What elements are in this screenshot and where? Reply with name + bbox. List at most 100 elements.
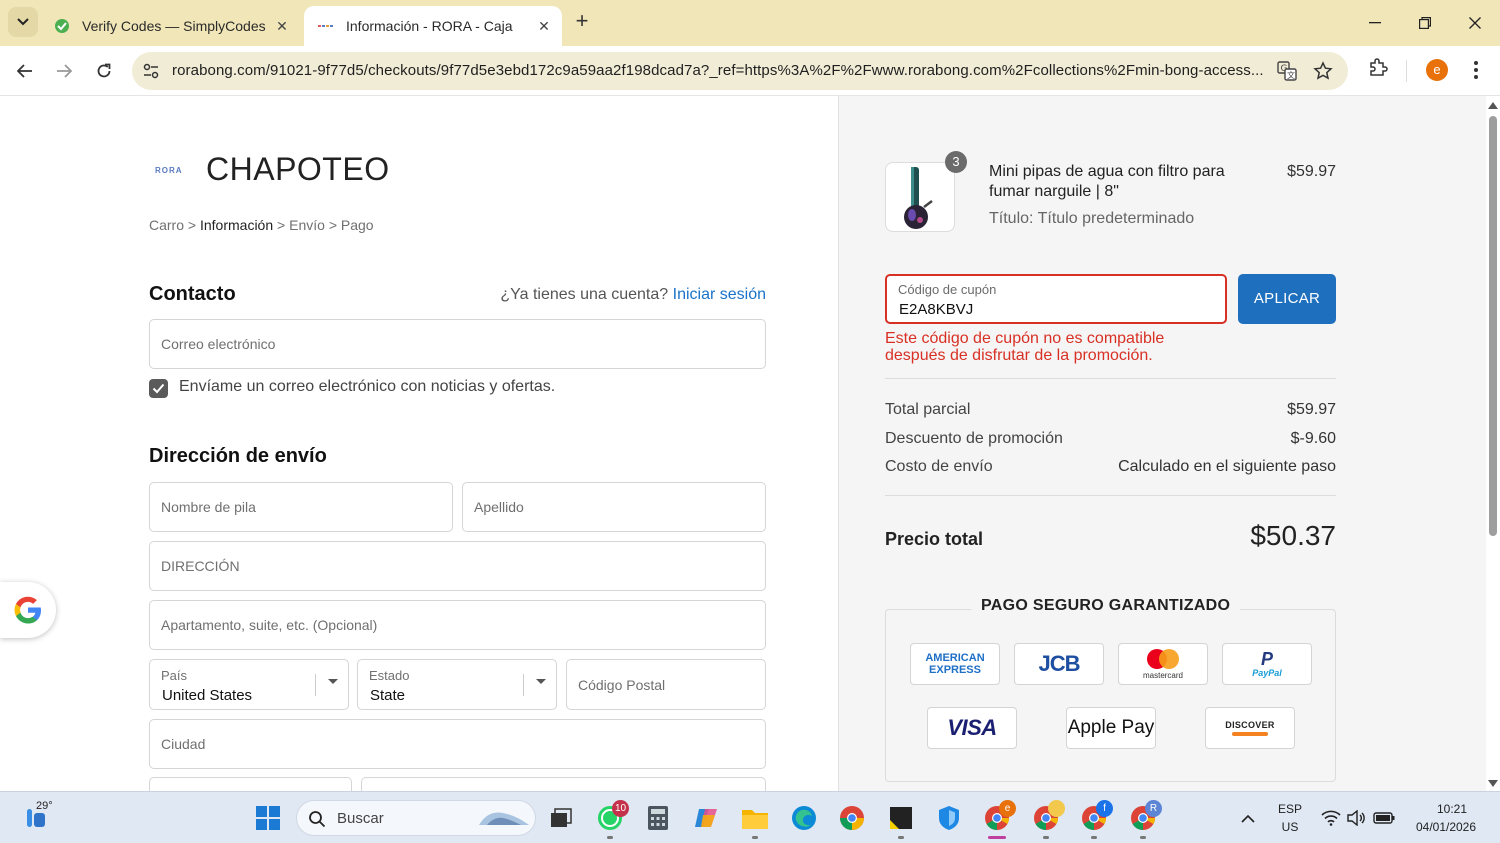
input-language[interactable]: ESP xyxy=(1272,802,1308,816)
store-name[interactable]: CHAPOTEO xyxy=(206,151,390,188)
city-field[interactable]: Ciudad xyxy=(149,719,766,769)
store-logo[interactable]: RORA xyxy=(155,166,183,175)
tab-title: Información - RORA - Caja xyxy=(346,18,513,34)
order-summary-panel: 3 Mini pipas de agua con filtro para fum… xyxy=(838,96,1486,791)
running-indicator xyxy=(1091,836,1097,839)
address-placeholder: DIRECCIÓN xyxy=(161,558,240,574)
running-indicator xyxy=(1043,836,1049,839)
forward-arrow-icon[interactable] xyxy=(50,57,78,85)
weather-temperature: 29° xyxy=(36,800,53,812)
google-g-icon xyxy=(14,596,41,624)
restore-window-icon[interactable] xyxy=(1410,8,1440,38)
jcb-logo: JCB xyxy=(1014,643,1104,685)
next-field-partial[interactable] xyxy=(149,777,352,791)
summary-label: Costo de envío xyxy=(885,458,993,475)
coupon-error-message: Este código de cupón no es compatible de… xyxy=(885,330,1165,364)
site-settings-icon[interactable] xyxy=(142,62,160,85)
running-indicator xyxy=(752,836,758,839)
zip-code-field[interactable]: Código Postal xyxy=(566,659,766,710)
state-value: State xyxy=(370,687,406,704)
profile-avatar[interactable]: e xyxy=(1426,59,1448,81)
secure-payment-title: PAGO SEGURO GARANTIZADO xyxy=(971,597,1241,615)
country-value: United States xyxy=(162,687,253,704)
back-arrow-icon[interactable] xyxy=(11,57,39,85)
scroll-up-arrow-icon[interactable] xyxy=(1488,102,1498,109)
browser-menu-icon[interactable] xyxy=(1466,58,1486,82)
page-scrollbar[interactable] xyxy=(1486,96,1500,791)
url-text[interactable]: rorabong.com/91021-9f77d5/checkouts/9f77… xyxy=(172,62,1264,79)
sticky-notes-icon[interactable] xyxy=(885,802,917,834)
apartment-field[interactable]: Apartamento, suite, etc. (Opcional) xyxy=(149,600,766,650)
newsletter-label[interactable]: Envíame un correo electrónico con notici… xyxy=(179,378,555,396)
select-divider xyxy=(315,674,316,696)
edge-icon[interactable] xyxy=(788,802,820,834)
minimize-window-icon[interactable] xyxy=(1360,8,1390,38)
total-value: $50.37 xyxy=(1250,520,1336,551)
reload-icon[interactable] xyxy=(90,57,118,85)
address-field[interactable]: DIRECCIÓN xyxy=(149,541,766,591)
close-tab-icon[interactable]: ✕ xyxy=(272,18,292,35)
state-select[interactable]: Estado State xyxy=(357,659,557,710)
country-select[interactable]: País United States xyxy=(149,659,349,710)
summary-divider xyxy=(885,378,1336,379)
keyboard-layout[interactable]: US xyxy=(1272,820,1308,834)
coupon-code-field[interactable]: Código de cupón E2A8KBVJ xyxy=(885,274,1227,324)
running-indicator xyxy=(1140,836,1146,839)
breadcrumb-payment: Pago xyxy=(340,217,374,233)
chrome-icon[interactable] xyxy=(836,802,868,834)
file-explorer-icon[interactable] xyxy=(739,802,771,834)
tab-simplycodes[interactable]: Verify Codes — SimplyCodes ✕ xyxy=(40,6,300,46)
translate-icon[interactable]: G文 xyxy=(1277,61,1297,86)
bookmark-star-icon[interactable] xyxy=(1313,61,1333,86)
active-window-indicator xyxy=(988,836,1006,839)
address-bar[interactable]: rorabong.com/91021-9f77d5/checkouts/9f77… xyxy=(132,52,1348,90)
windows-start-icon[interactable] xyxy=(252,802,284,834)
scrollbar-thumb[interactable] xyxy=(1489,116,1497,536)
quantity-badge: 3 xyxy=(945,151,967,173)
apartment-placeholder: Apartamento, suite, etc. (Opcional) xyxy=(161,617,378,633)
apply-coupon-button[interactable]: APLICAR xyxy=(1238,274,1336,324)
tab-rora-checkout[interactable]: Información - RORA - Caja ✕ xyxy=(304,6,562,46)
calculator-icon[interactable] xyxy=(642,802,674,834)
last-name-field[interactable]: Apellido xyxy=(462,482,766,532)
close-window-icon[interactable] xyxy=(1460,8,1490,38)
first-name-placeholder: Nombre de pila xyxy=(161,499,256,515)
coupon-value: E2A8KBVJ xyxy=(899,301,974,318)
first-name-field[interactable]: Nombre de pila xyxy=(149,482,453,532)
summary-value: $-9.60 xyxy=(1290,430,1336,447)
breadcrumb-information: Información xyxy=(199,217,274,233)
breadcrumb-shipping: Envío xyxy=(289,217,325,233)
summary-label: Total parcial xyxy=(885,401,971,418)
newsletter-checkbox[interactable] xyxy=(149,379,168,398)
rora-favicon-icon xyxy=(318,18,334,34)
product-variant: Título: Título predeterminado xyxy=(989,210,1195,227)
close-tab-icon[interactable]: ✕ xyxy=(534,18,554,35)
defender-icon[interactable] xyxy=(933,802,965,834)
product-name: Mini pipas de agua con filtro para fumar… xyxy=(989,163,1225,200)
state-label: Estado xyxy=(369,668,410,683)
battery-icon[interactable] xyxy=(1368,802,1400,834)
chrome-profile-badge: e xyxy=(999,800,1016,817)
copilot-icon[interactable] xyxy=(691,802,723,834)
running-indicator xyxy=(898,836,904,839)
email-field[interactable]: Correo electrónico xyxy=(149,319,766,369)
task-view-icon[interactable] xyxy=(545,802,577,834)
tab-search-button[interactable] xyxy=(8,7,38,37)
extensions-puzzle-icon[interactable] xyxy=(1368,57,1388,82)
google-badge[interactable] xyxy=(0,582,56,638)
taskbar-search[interactable]: Buscar xyxy=(296,800,536,836)
summary-label: Descuento de promoción xyxy=(885,430,1063,447)
visa-logo: VISA xyxy=(927,707,1017,749)
account-prompt-text: ¿Ya tienes una cuenta? xyxy=(500,286,669,303)
chevron-up-icon[interactable] xyxy=(1232,802,1264,834)
windows-taskbar: 29° Buscar 10 e f R ESP US 10:21 04/01/2… xyxy=(0,791,1500,843)
clock-time[interactable]: 10:21 xyxy=(1420,802,1484,816)
new-tab-button[interactable]: + xyxy=(570,10,594,34)
search-placeholder: Buscar xyxy=(337,810,384,827)
breadcrumb-cart[interactable]: Carro xyxy=(149,217,184,233)
next-field-partial[interactable] xyxy=(361,777,766,791)
scroll-down-arrow-icon[interactable] xyxy=(1488,780,1498,787)
login-link[interactable]: Iniciar sesión xyxy=(673,286,766,303)
clock-date[interactable]: 04/01/2026 xyxy=(1404,820,1488,834)
summary-row-subtotal: Total parcial $59.97 xyxy=(885,401,1336,419)
